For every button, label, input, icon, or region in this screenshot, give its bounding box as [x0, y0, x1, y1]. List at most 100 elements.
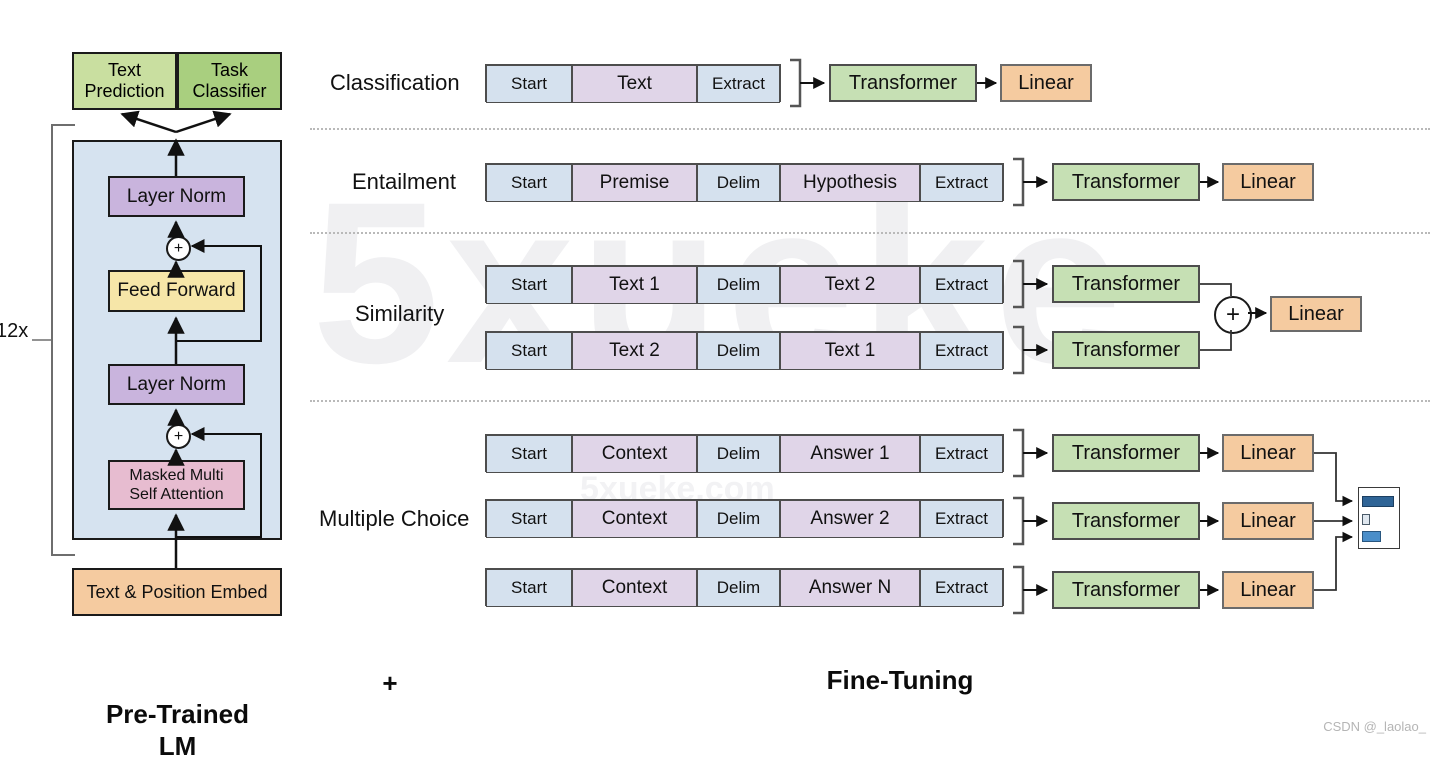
token-label: Delim — [716, 578, 761, 597]
task-label-similarity-text: Similarity — [355, 301, 445, 326]
token-label: Start — [511, 275, 547, 294]
bottom-label-finetuning: Fine-Tuning — [760, 665, 1040, 696]
token-extract: Extract — [920, 332, 1003, 370]
block-embed: Text & Position Embed — [72, 568, 282, 616]
token-label: Extract — [935, 341, 988, 360]
transformer-similarity-1: Transformer — [1052, 265, 1200, 303]
bottom-label-pretrained: Pre-Trained LM — [60, 665, 295, 763]
token-label: Start — [511, 173, 547, 192]
token-label: Delim — [716, 341, 761, 360]
transformer-label: Transformer — [1071, 441, 1181, 464]
token-label: Extract — [712, 74, 765, 93]
token-extract: Extract — [920, 266, 1003, 304]
head-task-classifier-label: Task Classifier — [192, 60, 267, 101]
token-label: Start — [511, 509, 547, 528]
token-label: Text 2 — [609, 340, 660, 361]
token-text2: Text 2 — [780, 266, 920, 304]
residual-adder-bottom-label: + — [173, 427, 184, 445]
output-bar-2 — [1362, 514, 1370, 525]
token-label: Text 1 — [824, 340, 876, 361]
token-label: Start — [511, 444, 547, 463]
linear-label: Linear — [1240, 170, 1296, 193]
token-delim: Delim — [697, 569, 780, 607]
transformer-label: Transformer — [1071, 578, 1181, 601]
token-label: Premise — [599, 172, 670, 193]
token-label: Start — [511, 74, 547, 93]
sequence-similarity-2: Start Text 2 Delim Text 1 Extract — [485, 331, 1004, 370]
repeat-count-text: 12x — [0, 320, 29, 342]
sequence-classification: Start Text Extract — [485, 64, 781, 103]
token-label: Extract — [935, 509, 988, 528]
linear-label: Linear — [1240, 441, 1296, 464]
transformer-label: Transformer — [1071, 272, 1181, 295]
token-start: Start — [486, 569, 572, 607]
block-embed-label: Text & Position Embed — [86, 581, 268, 602]
bottom-label-plus-text: + — [382, 668, 398, 698]
block-feed-forward: Feed Forward — [108, 270, 245, 312]
head-task-classifier: Task Classifier — [177, 52, 282, 110]
transformer-similarity-2: Transformer — [1052, 331, 1200, 369]
token-answer: Answer 1 — [780, 435, 920, 473]
linear-label: Linear — [1018, 71, 1074, 94]
linear-similarity: Linear — [1270, 296, 1362, 332]
token-label: Context — [601, 508, 668, 529]
block-masked-attention: Masked Multi Self Attention — [108, 460, 245, 510]
token-context: Context — [572, 435, 697, 473]
token-label: Answer 1 — [810, 443, 890, 464]
token-label: Extract — [935, 173, 988, 192]
task-label-multiple-choice-text: Multiple Choice — [319, 506, 470, 531]
block-layer-norm-top-label: Layer Norm — [126, 185, 227, 207]
transformer-label: Transformer — [1071, 338, 1181, 361]
token-start: Start — [486, 332, 572, 370]
linear-label: Linear — [1240, 509, 1296, 532]
diagram-stage: Text Prediction Task Classifier Layer No… — [0, 0, 1440, 761]
sequence-multiple-choice-2: Start Context Delim Answer 2 Extract — [485, 499, 1004, 538]
token-delim: Delim — [697, 266, 780, 304]
linear-label: Linear — [1288, 302, 1344, 325]
divider-2 — [310, 232, 1430, 234]
token-delim: Delim — [697, 332, 780, 370]
bottom-label-plus: + — [355, 668, 425, 699]
token-label: Extract — [935, 444, 988, 463]
token-start: Start — [486, 435, 572, 473]
block-layer-norm-top: Layer Norm — [108, 176, 245, 217]
head-text-prediction-label: Text Prediction — [84, 60, 165, 101]
token-delim: Delim — [697, 435, 780, 473]
linear-multiple-choice-3: Linear — [1222, 571, 1314, 609]
token-extract: Extract — [920, 435, 1003, 473]
transformer-label: Transformer — [848, 71, 958, 94]
token-answer: Answer 2 — [780, 500, 920, 538]
token-hypothesis: Hypothesis — [780, 164, 920, 202]
transformer-multiple-choice-2: Transformer — [1052, 502, 1200, 540]
token-start: Start — [486, 65, 572, 103]
credit-text: CSDN @_laolao_ — [1323, 719, 1426, 734]
transformer-entailment: Transformer — [1052, 163, 1200, 201]
token-label: Delim — [716, 173, 761, 192]
divider-3 — [310, 400, 1430, 402]
sequence-similarity-1: Start Text 1 Delim Text 2 Extract — [485, 265, 1004, 304]
repeat-count-label: 12x — [0, 320, 28, 343]
token-label: Extract — [935, 578, 988, 597]
sequence-multiple-choice-3: Start Context Delim Answer N Extract — [485, 568, 1004, 607]
token-label: Delim — [716, 509, 761, 528]
token-label: Delim — [716, 275, 761, 294]
token-label: Context — [601, 577, 668, 598]
similarity-combiner-label: + — [1225, 301, 1240, 328]
task-label-multiple-choice: Multiple Choice — [319, 506, 469, 532]
task-label-entailment-text: Entailment — [352, 169, 456, 194]
task-label-entailment: Entailment — [352, 169, 456, 195]
token-delim: Delim — [697, 500, 780, 538]
output-bar-3 — [1362, 531, 1381, 542]
similarity-combiner: + — [1214, 296, 1252, 334]
task-label-classification: Classification — [330, 70, 460, 96]
token-extract: Extract — [697, 65, 780, 103]
token-label: Answer 2 — [810, 508, 890, 529]
sequence-entailment: Start Premise Delim Hypothesis Extract — [485, 163, 1004, 202]
linear-multiple-choice-1: Linear — [1222, 434, 1314, 472]
token-label: Start — [511, 578, 547, 597]
token-label: Text — [617, 73, 652, 94]
linear-classification: Linear — [1000, 64, 1092, 102]
divider-1 — [310, 128, 1430, 130]
linear-label: Linear — [1240, 578, 1296, 601]
output-bar-chart — [1358, 487, 1400, 549]
